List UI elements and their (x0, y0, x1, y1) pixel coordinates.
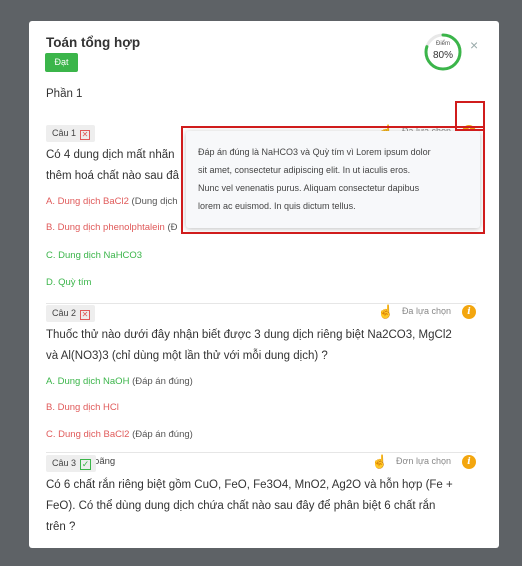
wrong-icon: ✕ (80, 310, 91, 320)
question-text-line: trên ? (46, 521, 76, 533)
wrong-icon: ✕ (80, 130, 91, 140)
question-type: ☝ Đa lựa chọn (378, 304, 451, 319)
question-number: Câu 3 (52, 458, 77, 468)
question-3: Câu 3 ✓ ☝ Đơn lựa chọn i Có 6 chất rắn riê… (46, 454, 476, 538)
question-tag: Câu 1 ✕ (46, 125, 96, 142)
option-b: B. Dung dịch HCl (46, 402, 119, 413)
question-number: Câu 1 (52, 128, 77, 138)
option-c: C. Dung dịch NaHCO3 (46, 250, 143, 261)
question-type-label: Đa lựa chọn (401, 306, 451, 316)
score-ring: Điểm 80% (423, 32, 463, 72)
question-text-line: FeO). Có thể dùng dung dịch chứa chất nà… (46, 500, 436, 512)
question-tag: Câu 2 ✕ (46, 305, 96, 322)
close-icon[interactable]: × (470, 38, 478, 52)
pointer-hand-icon: ☝ (371, 454, 389, 469)
score-value: 80% (432, 50, 453, 61)
quiz-title: Toán tổng hợp (46, 35, 141, 50)
question-2: Câu 2 ✕ ☝ Đa lựa chọn i Thuốc thử nào dưới… (46, 304, 476, 470)
score-label: Điểm (435, 41, 450, 47)
tooltip-highlight-box (181, 126, 485, 234)
question-text-line: Thuốc thử nào dưới đây nhận biết được 3 … (46, 329, 452, 341)
question-text: Thuốc thử nào dưới đây nhận biết được 3 … (46, 325, 476, 367)
question-tag: Câu 3 ✓ (46, 455, 97, 472)
question-text: Có 6 chất rắn riêng biệt gồm CuO, FeO, F… (46, 475, 476, 538)
question-type: ☝ Đơn lựa chọn (372, 454, 451, 469)
divider (46, 303, 476, 304)
pointer-hand-icon: ☝ (377, 304, 394, 319)
option-d: D. Quỳ tím (46, 277, 92, 288)
question-text-line: và Al(NO3)3 (chỉ dùng một lần thử với mỗ… (46, 350, 328, 362)
option-a: A. Dung dịch NaOH (Đáp án đúng) (46, 376, 193, 387)
divider (46, 452, 476, 453)
info-icon[interactable]: i (462, 455, 476, 469)
info-icon[interactable]: i (462, 305, 476, 319)
status-badge: Đạt (45, 53, 78, 72)
correct-icon: ✓ (80, 459, 92, 470)
option-c: C. Dung dịch BaCl2 (Đáp án đúng) (46, 429, 193, 440)
question-text-line: Có 6 chất rắn riêng biệt gồm CuO, FeO, F… (46, 479, 453, 491)
info-icon-highlight-box (455, 101, 485, 131)
section-title: Phần 1 (46, 88, 83, 100)
question-number: Câu 2 (52, 308, 77, 318)
question-type-label: Đơn lựa chọn (396, 456, 451, 466)
result-card: Toán tổng hợp Đạt Điểm 80% × Phần 1 Câu … (29, 21, 499, 548)
